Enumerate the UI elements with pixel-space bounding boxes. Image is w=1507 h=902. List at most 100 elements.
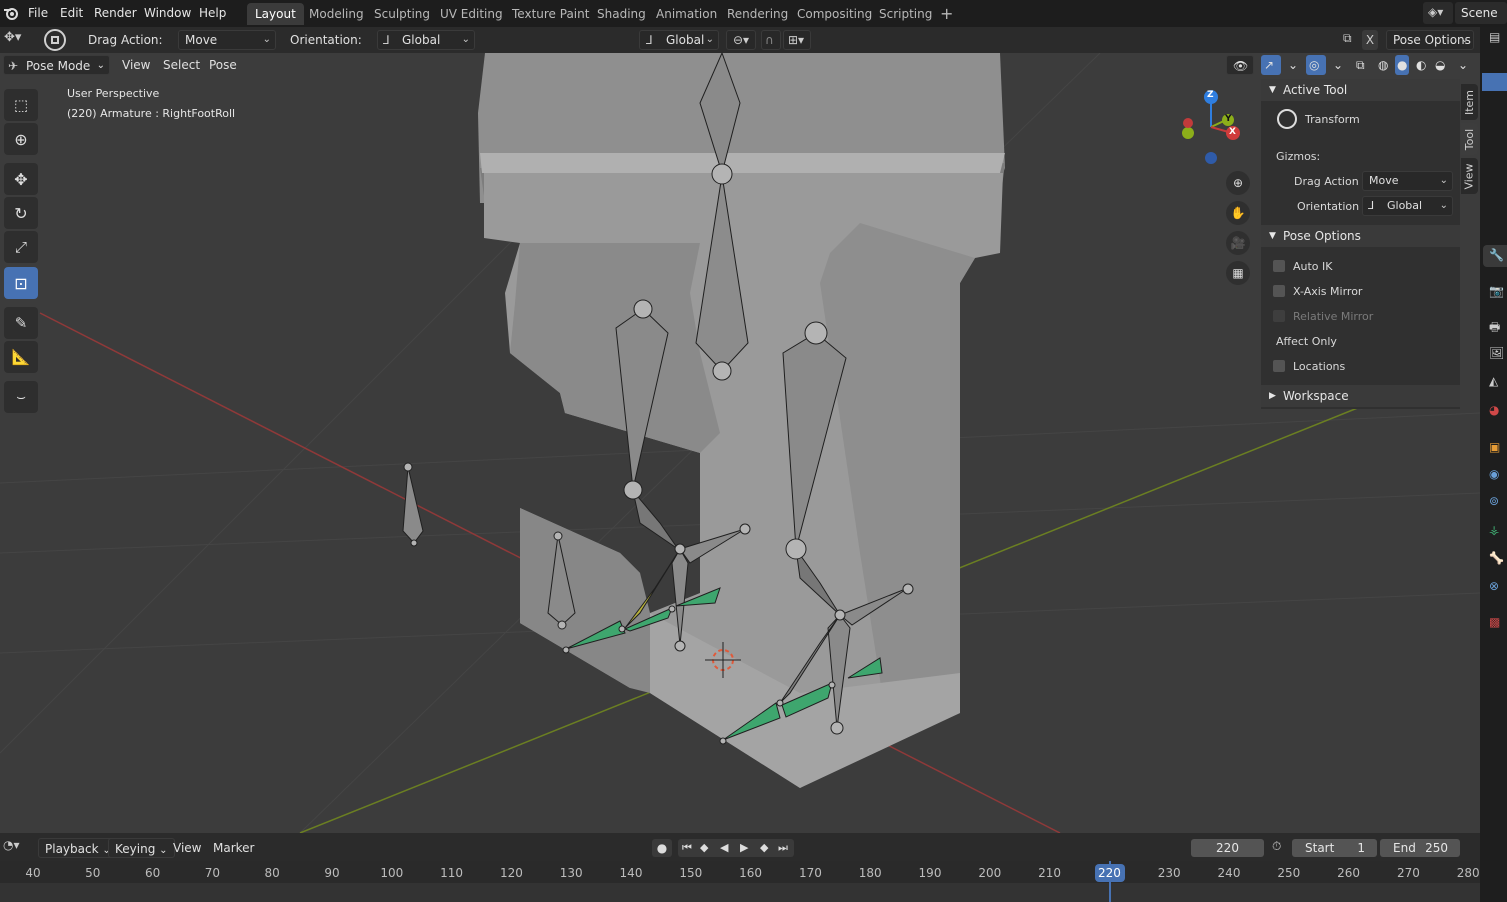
workspace-header[interactable]: ▶ Workspace bbox=[1261, 385, 1460, 407]
gizmo-toggle[interactable]: ↗ bbox=[1261, 55, 1281, 75]
editor-type-icon[interactable]: ✥▾ bbox=[4, 30, 32, 50]
mode-dropdown[interactable]: ✈ Pose Mode ⌄ bbox=[3, 55, 110, 75]
playback-menu[interactable]: Playback ⌄ bbox=[38, 838, 118, 858]
solid-shading-button[interactable]: ● bbox=[1395, 55, 1410, 75]
x-toggle-button[interactable]: X bbox=[1362, 30, 1378, 50]
pivot-point-dropdown[interactable]: ⊖▾ bbox=[726, 30, 756, 50]
tab-compositing[interactable]: Compositing bbox=[789, 3, 880, 25]
transform-orientation-dropdown[interactable]: ⅃ Global ⌄ bbox=[639, 30, 719, 50]
gizmo-options-dropdown[interactable]: ⌄ bbox=[1282, 55, 1304, 75]
start-frame-field[interactable]: Start 1 bbox=[1292, 839, 1377, 857]
armature-data-icon[interactable]: ⚶ bbox=[1489, 523, 1505, 539]
play-reverse-icon[interactable]: ◀ bbox=[720, 839, 728, 857]
axis-toggle-icon[interactable]: ⧉ bbox=[1343, 31, 1359, 49]
wireframe-shading-button[interactable]: ◍ bbox=[1376, 55, 1390, 75]
add-workspace-button[interactable]: + bbox=[932, 3, 961, 25]
move-tool[interactable]: ✥ bbox=[4, 163, 38, 195]
breakdowner-tool[interactable]: ⌣ bbox=[4, 381, 38, 413]
zoom-icon[interactable]: ⊕ bbox=[1226, 171, 1250, 195]
snap-target-dropdown[interactable]: ⊞▾ bbox=[783, 30, 811, 50]
hand-pan-icon[interactable]: ✋ bbox=[1226, 201, 1250, 225]
drag-action-dropdown[interactable]: Move ⌄ bbox=[1362, 171, 1453, 191]
sidebar-tab-view[interactable]: View bbox=[1461, 158, 1478, 194]
timeline-ruler[interactable]: 40 50 60 70 80 90 100 110 120 130 140 150 160 170 180 1… bbox=[0, 861, 1480, 902]
menu-edit[interactable]: Edit bbox=[56, 4, 87, 22]
render-camera-icon[interactable]: 📷 bbox=[1489, 284, 1505, 300]
tab-shading[interactable]: Shading bbox=[589, 3, 654, 25]
scene-selector-button[interactable]: ◈▾ bbox=[1423, 2, 1453, 24]
transform-tool[interactable]: ⊡ bbox=[4, 267, 38, 299]
sidebar-tab-item[interactable]: Item bbox=[1461, 84, 1478, 120]
3d-viewport[interactable]: ✈ Pose Mode ⌄ View Select Pose 👁 ↗ ⌄ ◎ ⌄… bbox=[0, 53, 1480, 833]
snap-toggle[interactable]: ∩ bbox=[761, 30, 781, 50]
world-icon[interactable]: ◕ bbox=[1489, 403, 1505, 419]
x-axis-mirror-checkbox[interactable] bbox=[1273, 285, 1285, 297]
overlay-options-dropdown[interactable]: ⌄ bbox=[1327, 55, 1349, 75]
cursor-tool[interactable]: ⊕ bbox=[4, 123, 38, 155]
timeline-track-area[interactable] bbox=[0, 883, 1480, 902]
perspective-grid-icon[interactable]: ▦ bbox=[1226, 261, 1250, 285]
marker-menu[interactable]: Marker bbox=[213, 838, 254, 858]
scale-tool[interactable]: ⤢ bbox=[4, 231, 38, 263]
modifier-icon[interactable]: ◉ bbox=[1489, 467, 1505, 483]
tab-uv-editing[interactable]: UV Editing bbox=[432, 3, 511, 25]
pose-options-dropdown[interactable]: Pose Options ⌄ bbox=[1386, 30, 1474, 50]
tool-wrench-icon[interactable]: 🔧 bbox=[1489, 248, 1505, 264]
texture-checker-icon[interactable]: ▩ bbox=[1489, 615, 1505, 631]
bone-icon[interactable]: 🦴 bbox=[1489, 551, 1505, 567]
locations-checkbox[interactable] bbox=[1273, 360, 1285, 372]
shading-options-dropdown[interactable]: ⌄ bbox=[1452, 55, 1474, 75]
orientation-dropdown[interactable]: ⅃ Global ⌄ bbox=[377, 30, 475, 50]
menu-select[interactable]: Select bbox=[157, 55, 206, 75]
visibility-dropdown[interactable]: 👁 bbox=[1226, 55, 1254, 75]
menu-file[interactable]: File bbox=[24, 4, 52, 22]
play-icon[interactable]: ▶ bbox=[740, 839, 748, 857]
overlay-toggle[interactable]: ◎ bbox=[1306, 55, 1326, 75]
navigation-gizmo[interactable]: Z Y X bbox=[1178, 87, 1248, 167]
next-keyframe-icon[interactable]: ◆ bbox=[760, 839, 768, 857]
menu-render[interactable]: Render bbox=[90, 4, 141, 22]
orientation-dropdown[interactable]: ⅃ Global ⌄ bbox=[1362, 196, 1453, 216]
xray-toggle[interactable]: ⧉ bbox=[1350, 55, 1371, 75]
menu-window[interactable]: Window bbox=[140, 4, 195, 22]
sidebar-tab-tool[interactable]: Tool bbox=[1461, 123, 1478, 155]
tab-sculpting[interactable]: Sculpting bbox=[366, 3, 438, 25]
tab-animation[interactable]: Animation bbox=[648, 3, 725, 25]
current-frame-field[interactable]: 220 bbox=[1191, 839, 1264, 857]
relative-mirror-checkbox[interactable] bbox=[1273, 310, 1285, 322]
menu-help[interactable]: Help bbox=[195, 4, 230, 22]
object-icon[interactable]: ▣ bbox=[1489, 440, 1505, 456]
menu-pose[interactable]: Pose bbox=[203, 55, 243, 75]
measure-tool[interactable]: 📐 bbox=[4, 341, 38, 373]
tab-modeling[interactable]: Modeling bbox=[301, 3, 372, 25]
tab-texture-paint[interactable]: Texture Paint bbox=[504, 3, 597, 25]
end-frame-field[interactable]: End 250 bbox=[1380, 839, 1460, 857]
keying-menu[interactable]: Keying ⌄ bbox=[108, 838, 175, 858]
jump-start-icon[interactable]: ⏮ bbox=[682, 839, 692, 857]
constraint-icon[interactable]: ⊚ bbox=[1489, 494, 1505, 510]
rotate-tool[interactable]: ↻ bbox=[4, 197, 38, 229]
jump-end-icon[interactable]: ⏭ bbox=[778, 839, 788, 857]
select-box-tool[interactable]: ⬚ bbox=[4, 89, 38, 121]
active-tool-header[interactable]: ▼ Active Tool bbox=[1261, 79, 1460, 101]
drag-action-dropdown[interactable]: Move ⌄ bbox=[178, 30, 276, 50]
timeline-editor-type-icon[interactable]: ◔▾ bbox=[3, 838, 31, 858]
outliner-editor-icon[interactable]: ▤ bbox=[1489, 30, 1505, 46]
tab-rendering[interactable]: Rendering bbox=[719, 3, 796, 25]
bone-constraint-icon[interactable]: ⊗ bbox=[1489, 579, 1505, 595]
tab-scripting[interactable]: Scripting bbox=[871, 3, 940, 25]
view-layer-icon[interactable]: 🖼 bbox=[1489, 346, 1505, 362]
prev-keyframe-icon[interactable]: ◆ bbox=[700, 839, 708, 857]
material-shading-button[interactable]: ◐ bbox=[1414, 55, 1428, 75]
timeline-view-menu[interactable]: View bbox=[173, 838, 201, 858]
auto-ik-checkbox[interactable] bbox=[1273, 260, 1285, 272]
scene-icon[interactable]: ◭ bbox=[1489, 374, 1505, 390]
stopwatch-icon[interactable]: ⏱ bbox=[1272, 839, 1281, 854]
annotate-tool[interactable]: ✎ bbox=[4, 307, 38, 339]
output-printer-icon[interactable]: 🖶 bbox=[1489, 318, 1505, 334]
scene-name-field[interactable]: Scene bbox=[1455, 2, 1507, 24]
pose-options-header[interactable]: ▼ Pose Options bbox=[1261, 225, 1460, 247]
record-button[interactable]: ● bbox=[652, 839, 672, 857]
rendered-shading-button[interactable]: ◒ bbox=[1433, 55, 1447, 75]
menu-view[interactable]: View bbox=[116, 55, 156, 75]
